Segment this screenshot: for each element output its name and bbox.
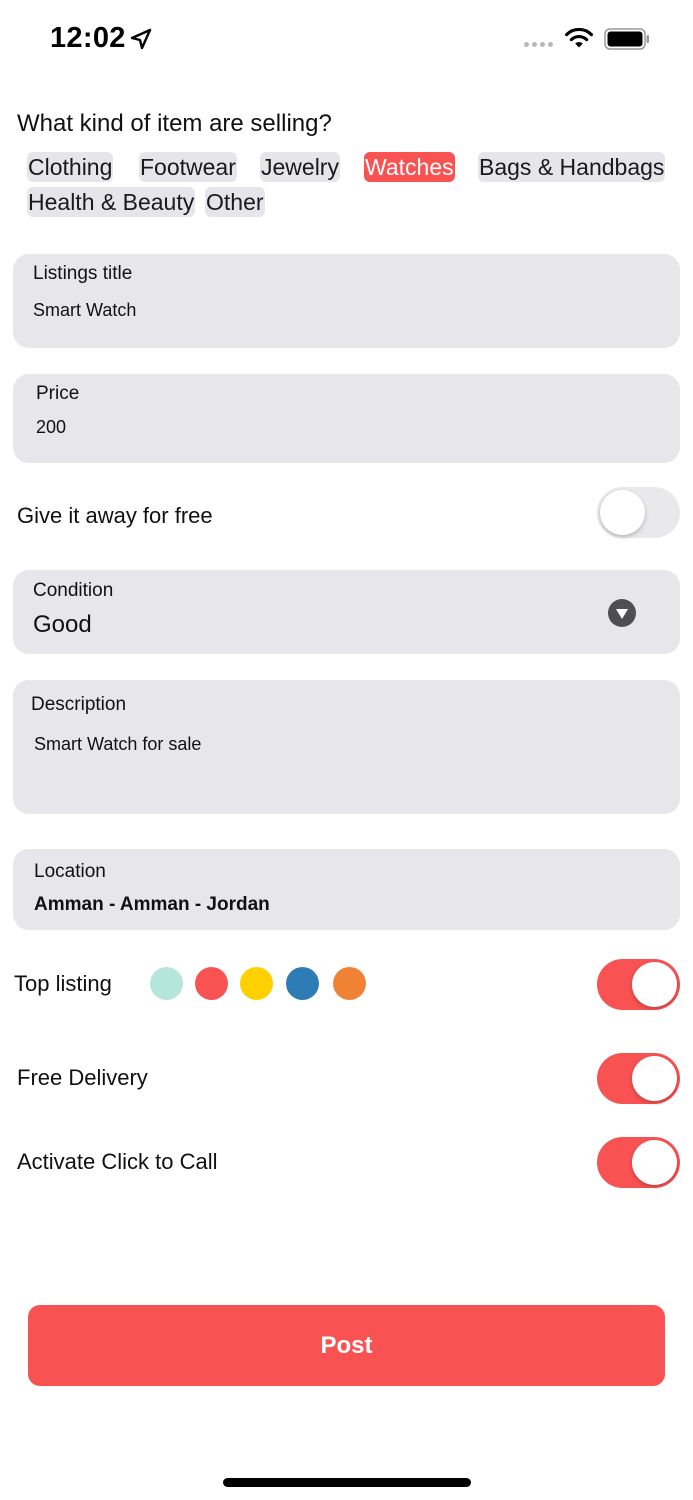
color-option-orange[interactable] bbox=[333, 967, 366, 1000]
description-field[interactable]: Description Smart Watch for sale bbox=[13, 680, 680, 814]
wifi-icon bbox=[565, 27, 593, 48]
chevron-down-icon[interactable] bbox=[608, 599, 636, 627]
free-delivery-label: Free Delivery bbox=[17, 1065, 148, 1090]
condition-dropdown[interactable]: Condition Good bbox=[13, 570, 680, 654]
condition-value: Good bbox=[33, 611, 92, 638]
price-input[interactable]: 200 bbox=[36, 417, 66, 438]
description-label: Description bbox=[31, 694, 127, 715]
free-giveaway-toggle[interactable] bbox=[597, 487, 680, 538]
description-input[interactable]: Smart Watch for sale bbox=[34, 734, 201, 755]
chip-jewelry[interactable]: Jewelry bbox=[260, 152, 340, 182]
color-option-red[interactable] bbox=[195, 967, 228, 1000]
location-label: Location bbox=[34, 861, 106, 882]
status-time: 12:02 bbox=[50, 22, 126, 54]
location-arrow-icon bbox=[130, 28, 152, 50]
free-giveaway-label: Give it away for free bbox=[17, 503, 213, 528]
toggle-knob bbox=[632, 962, 677, 1007]
chip-health-beauty[interactable]: Health & Beauty bbox=[27, 187, 196, 217]
category-question: What kind of item are selling? bbox=[17, 110, 332, 137]
chip-clothing[interactable]: Clothing bbox=[27, 152, 114, 182]
click-to-call-label: Activate Click to Call bbox=[17, 1149, 218, 1174]
condition-label: Condition bbox=[33, 580, 114, 601]
color-option-yellow[interactable] bbox=[240, 967, 273, 1000]
free-delivery-toggle[interactable] bbox=[597, 1053, 680, 1104]
click-to-call-toggle[interactable] bbox=[597, 1137, 680, 1188]
price-field[interactable]: Price 200 bbox=[13, 374, 680, 463]
top-listing-toggle[interactable] bbox=[597, 959, 680, 1010]
location-field[interactable]: Location Amman - Amman - Jordan bbox=[13, 849, 680, 930]
cellular-signal-icon bbox=[524, 42, 553, 47]
chip-bags-handbags[interactable]: Bags & Handbags bbox=[478, 152, 666, 182]
location-value: Amman - Amman - Jordan bbox=[34, 894, 270, 915]
battery-icon bbox=[604, 28, 649, 50]
price-label: Price bbox=[36, 383, 80, 404]
chip-footwear[interactable]: Footwear bbox=[139, 152, 237, 182]
listing-title-field[interactable]: Listings title Smart Watch bbox=[13, 254, 680, 348]
listing-title-label: Listings title bbox=[33, 263, 133, 284]
home-indicator[interactable] bbox=[223, 1478, 471, 1487]
toggle-knob bbox=[600, 490, 645, 535]
toggle-knob bbox=[632, 1056, 677, 1101]
top-listing-label: Top listing bbox=[14, 971, 112, 996]
color-option-mint[interactable] bbox=[150, 967, 183, 1000]
listing-title-input[interactable]: Smart Watch bbox=[33, 300, 136, 321]
chip-watches[interactable]: Watches bbox=[364, 152, 455, 182]
post-button[interactable]: Post bbox=[28, 1305, 665, 1386]
toggle-knob bbox=[632, 1140, 677, 1185]
chip-other[interactable]: Other bbox=[205, 187, 265, 217]
color-option-blue[interactable] bbox=[286, 967, 319, 1000]
